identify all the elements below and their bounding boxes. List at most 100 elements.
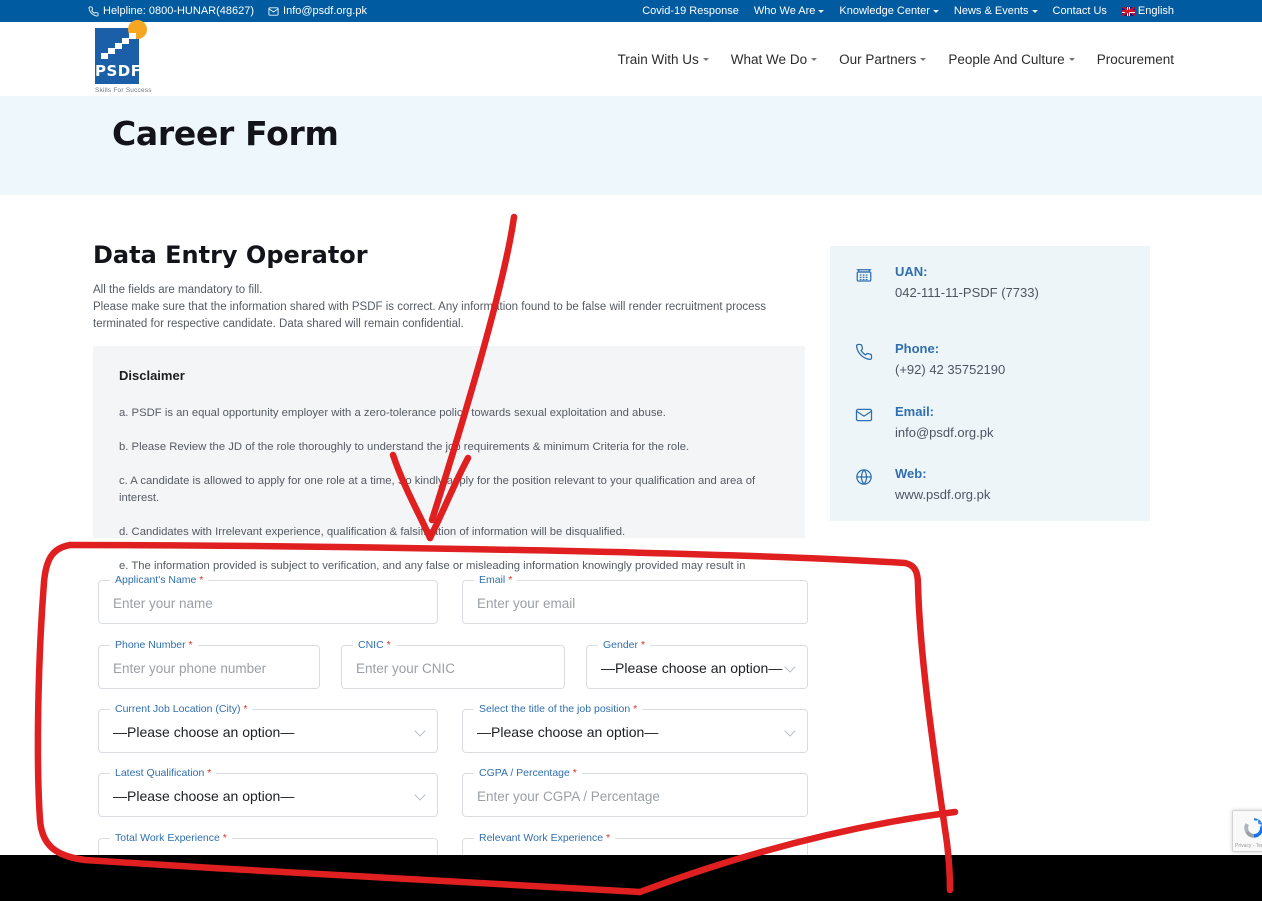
contact-item-phone: Phone: (+92) 42 35752190 (855, 341, 1005, 377)
contact-value: www.psdf.org.pk (895, 487, 991, 502)
chevron-down-icon (818, 9, 825, 13)
phone-icon (88, 5, 99, 17)
chevron-down-icon (784, 661, 796, 673)
phone-icon (855, 341, 875, 363)
envelope-icon (268, 6, 279, 17)
helpline-item[interactable]: Helpline: 0800-HUNAR(48627) (88, 5, 254, 17)
hero-banner: Career Form (0, 96, 1262, 195)
uk-flag-icon (1121, 6, 1135, 16)
latest-qualification-select[interactable]: —Please choose an option— (113, 774, 294, 818)
topbar-link-label: Knowledge Center (839, 5, 930, 17)
topbar-link-label: Contact Us (1052, 5, 1107, 17)
gender-select[interactable]: —Please choose an option— (601, 646, 782, 690)
chevron-down-icon (784, 725, 796, 737)
envelope-icon (855, 404, 875, 426)
nav-item-label: Train With Us (617, 51, 699, 67)
contact-value: info@psdf.org.pk (895, 425, 994, 440)
language-switcher[interactable]: English (1121, 5, 1174, 17)
topbar-link-label: Who We Are (753, 5, 816, 17)
disclaimer-item: d. Candidates with Irrelevant experience… (119, 526, 626, 538)
logo-tagline: Skills For Success (95, 87, 152, 94)
nav-item-label: Our Partners (839, 51, 917, 67)
chevron-down-icon (1068, 57, 1075, 61)
recaptcha-icon (1241, 815, 1262, 841)
field-cnic[interactable]: CNIC * Enter your CNIC (341, 639, 565, 690)
page-root: Helpline: 0800-HUNAR(48627) Info@psdf.or… (0, 0, 1262, 901)
contact-info-card: UAN: 042-111-11-PSDF (7733) Phone: (+92)… (830, 246, 1150, 521)
field-current-job-location[interactable]: Current Job Location (City) * —Please ch… (98, 703, 438, 754)
contact-item-email: Email: info@psdf.org.pk (855, 404, 993, 440)
topbar-link-label: Covid-19 Response (642, 5, 739, 17)
cgpa-percentage-input[interactable]: Enter your CGPA / Percentage (477, 774, 660, 818)
topbar-link-contact-us[interactable]: Contact Us (1053, 5, 1107, 17)
job-position-title-select[interactable]: —Please choose an option— (477, 710, 658, 754)
field-applicants-name[interactable]: Applicant's Name * Enter your name (98, 574, 438, 625)
chevron-down-icon (1031, 9, 1038, 13)
psdf-logo[interactable]: PSDF Skills For Success (93, 20, 152, 94)
required-marker: * (606, 832, 611, 844)
topbar-link-label: News & Events (953, 5, 1029, 17)
field-email[interactable]: Email * Enter your email (462, 574, 808, 625)
page-title: Career Form (112, 114, 339, 153)
chevron-down-icon (811, 57, 818, 61)
primary-nav-links: Train With Us What We Do Our Partners Pe… (618, 22, 1174, 96)
email-input[interactable]: Enter your email (477, 581, 575, 625)
nav-item-label: What We Do (730, 51, 808, 67)
field-job-position-title[interactable]: Select the title of the job position * —… (462, 703, 808, 754)
required-marker: * (222, 832, 227, 844)
recaptcha-badge[interactable]: Privacy - Terms (1232, 810, 1262, 852)
field-latest-qualification[interactable]: Latest Qualification * —Please choose an… (98, 767, 438, 818)
disclaimer-item: b. Please Review the JD of the role thor… (119, 441, 690, 453)
nav-item-people-and-culture[interactable]: People And Culture (948, 51, 1075, 67)
topbar-email-text: Info@psdf.org.pk (283, 5, 367, 17)
chevron-down-icon (920, 57, 927, 61)
nav-item-train-with-us[interactable]: Train With Us (618, 52, 709, 67)
steps-graphic (101, 33, 136, 59)
chevron-down-icon (414, 725, 426, 737)
topbar-link-covid-19-response[interactable]: Covid-19 Response (642, 5, 739, 17)
contact-label: UAN: (895, 264, 928, 279)
recaptcha-text: Privacy - Terms (1235, 843, 1262, 849)
contact-label: Email: (895, 404, 935, 419)
nav-item-procurement[interactable]: Procurement (1097, 52, 1174, 67)
disclaimer-item: c. A candidate is allowed to apply for o… (119, 475, 756, 504)
intro-line-1: All the fields are mandatory to fill. (93, 284, 263, 296)
topbar-links-group: Covid-19 Response Who We Are Knowledge C… (642, 0, 1174, 22)
topbar-link-news-and-events[interactable]: News & Events (954, 5, 1038, 17)
field-cgpa-percentage[interactable]: CGPA / Percentage * Enter your CGPA / Pe… (462, 767, 808, 818)
form-intro-text: All the fields are mandatory to fill. Pl… (93, 282, 793, 333)
field-gender[interactable]: Gender * —Please choose an option— (586, 639, 808, 690)
nav-item-label: Procurement (1096, 51, 1174, 67)
main-navigation-bar: PSDF Skills For Success Train With Us Wh… (0, 20, 1262, 96)
contact-label: Phone: (895, 341, 940, 356)
contact-item-web: Web: www.psdf.org.pk (855, 466, 990, 502)
applicants-name-input[interactable]: Enter your name (113, 581, 213, 625)
intro-line-2: Please make sure that the information sh… (93, 301, 767, 330)
field-phone-number[interactable]: Phone Number * Enter your phone number (98, 639, 320, 690)
field-label: Total Work Experience * (110, 832, 232, 844)
cnic-input[interactable]: Enter your CNIC (356, 646, 455, 690)
disclaimer-heading: Disclaimer (119, 368, 185, 383)
job-position-heading: Data Entry Operator (93, 241, 368, 269)
chevron-down-icon (414, 789, 426, 801)
nav-item-label: People And Culture (948, 51, 1065, 67)
topbar-contact-group: Helpline: 0800-HUNAR(48627) Info@psdf.or… (88, 5, 367, 17)
bottom-black-bar (0, 855, 1262, 901)
topbar-email-item[interactable]: Info@psdf.org.pk (268, 5, 367, 17)
top-utility-bar: Helpline: 0800-HUNAR(48627) Info@psdf.or… (0, 0, 1262, 22)
topbar-link-who-we-are[interactable]: Who We Are (754, 5, 825, 17)
helpline-text: Helpline: 0800-HUNAR(48627) (103, 5, 255, 17)
language-label: English (1137, 5, 1174, 17)
phone-number-input[interactable]: Enter your phone number (113, 646, 266, 690)
contact-item-uan: UAN: 042-111-11-PSDF (7733) (855, 264, 1039, 300)
field-label: Relevant Work Experience * (474, 832, 616, 844)
nav-item-our-partners[interactable]: Our Partners (839, 51, 927, 67)
nav-item-what-we-do[interactable]: What We Do (730, 51, 818, 67)
contact-value: (+92) 42 35752190 (895, 362, 1006, 377)
contact-value: 042-111-11-PSDF (7733) (895, 285, 1039, 300)
disclaimer-item: a. PSDF is an equal opportunity employer… (119, 407, 666, 419)
current-job-location-select[interactable]: —Please choose an option— (113, 710, 294, 754)
logo-wordmark: PSDF (95, 62, 142, 80)
topbar-link-knowledge-center[interactable]: Knowledge Center (839, 5, 939, 17)
fax-icon (855, 264, 875, 286)
